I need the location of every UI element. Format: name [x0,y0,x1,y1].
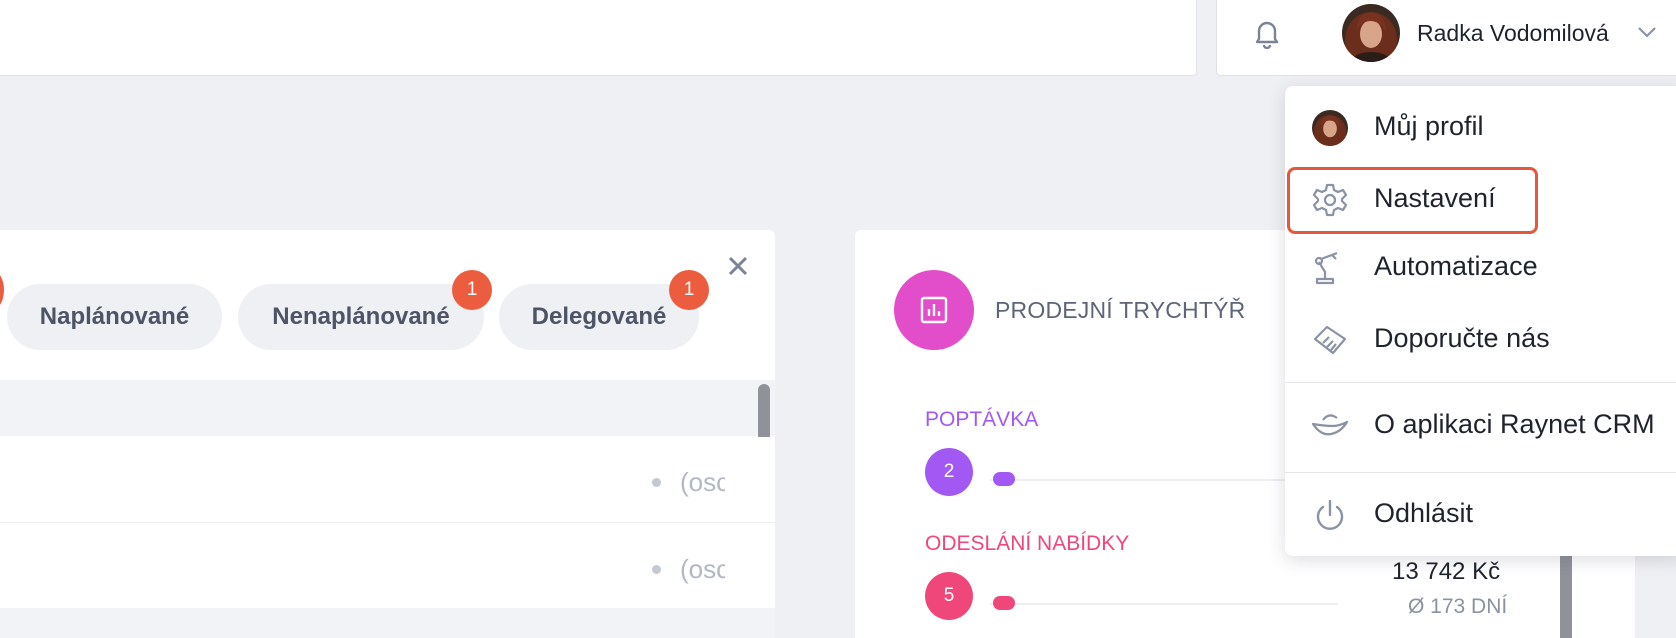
bullet [652,565,661,574]
menu-item-label: Doporučte nás [1374,323,1550,353]
handshake-icon [1310,320,1350,360]
highlight-box [1287,167,1538,234]
scrollbar-thumb[interactable] [1560,548,1572,638]
table-footer [0,608,775,638]
stage-days: Ø 173 DNÍ [1408,595,1508,618]
menu-divider [1285,382,1676,383]
tab-label: Nenaplánované [272,303,450,330]
menu-item-label: Můj profil [1374,111,1484,141]
stage-track [990,603,1338,605]
menu-item-label: O aplikaci Raynet CRM [1374,409,1655,439]
tab-count-badge: 1 [669,270,709,310]
menu-item-label: Odhlásit [1374,498,1474,528]
tab-label: Delegované [531,303,667,330]
stage-count: 5 [925,572,973,620]
robot-arm-icon [1310,248,1350,288]
user-name[interactable]: Radka Vodomilová [1417,20,1609,47]
chevron-down-icon[interactable] [1636,24,1658,40]
top-bar-search-area [0,0,1197,76]
funnel-title: PRODEJNÍ TRYCHTÝŘ [995,297,1246,323]
tab-label: Naplánované [39,303,190,330]
bell-icon[interactable] [1252,17,1282,50]
row-text: (osc [680,554,725,584]
avatar [1310,108,1350,148]
stage-bar [993,596,1015,610]
stage-label[interactable]: POPTÁVKA [925,408,1038,432]
stage-label[interactable]: ODESLÁNÍ NABÍDKY [925,532,1129,556]
bullet [652,478,661,487]
raynet-logo-icon [1310,406,1350,446]
power-icon [1310,496,1350,536]
row-text: (osc [680,467,725,497]
menu-item-label: Automatizace [1374,251,1538,281]
stage-bar [993,472,1015,486]
close-icon[interactable] [726,254,750,278]
scrollbar-thumb[interactable] [758,384,770,444]
stage-count: 2 [925,448,973,496]
menu-divider [1285,472,1676,473]
tab-planned[interactable]: Naplánované [7,284,222,350]
bar-chart-icon [894,270,974,350]
stage-amount: 13 742 Kč [1392,558,1501,585]
tab-count-badge: 1 [452,270,492,310]
table-header [0,380,775,436]
user-avatar[interactable] [1342,4,1400,62]
tab-unplanned[interactable]: Nenaplánované [238,284,484,350]
